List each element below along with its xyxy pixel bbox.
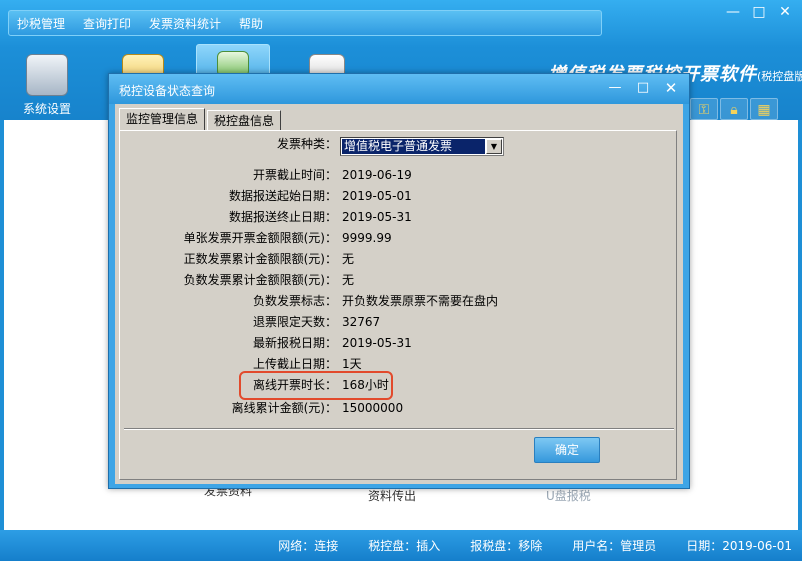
- field-value: 9999.99: [342, 231, 392, 245]
- status-report-disk: 报税盘：移除: [470, 539, 543, 553]
- minimize-button[interactable]: —: [720, 2, 746, 22]
- chevron-down-icon[interactable]: ▼: [486, 139, 502, 154]
- field-label: 数据报送起始日期：: [228, 189, 337, 203]
- field-label: 正数发票累计金额限额(元)：: [183, 252, 337, 266]
- status-tax-disk: 税控盘：插入: [368, 539, 441, 553]
- field-row-invoice-type: 发票种类： 增值税电子普通发票 ▼: [120, 134, 678, 156]
- invoice-type-select[interactable]: 增值税电子普通发票 ▼: [340, 137, 504, 156]
- dialog-tabs: 监控管理信息 税控盘信息: [119, 108, 283, 131]
- field-value: 32767: [342, 315, 381, 329]
- calculator-icon[interactable]: ▦: [750, 98, 778, 120]
- field-value: 无: [342, 252, 355, 266]
- app-edition: (税控盘版): [757, 70, 802, 83]
- field-value: 2019-05-01: [342, 189, 412, 203]
- field-label: 退票限定天数：: [252, 315, 337, 329]
- field-label: 开票截止时间：: [252, 168, 337, 182]
- highlight-annotation: [239, 371, 393, 400]
- tax-device-status-dialog: 税控设备状态查询 — □ ✕ 监控管理信息 税控盘信息 发票种类： 增值税电子普…: [108, 73, 690, 489]
- maximize-button[interactable]: □: [746, 2, 772, 22]
- field-row: 退票限定天数： 32767: [120, 312, 678, 332]
- status-network: 网络：连接: [278, 539, 339, 553]
- menu-tax-copy[interactable]: 抄税管理: [17, 15, 65, 32]
- field-row: 离线累计金额(元)： 15000000: [120, 398, 678, 418]
- field-value: 开负数发票原票不需要在盘内: [342, 294, 499, 308]
- field-label: 离线累计金额(元)：: [231, 401, 337, 415]
- toolbar-label: 系统设置: [22, 102, 71, 116]
- field-row-offline-duration: 离线开票时长： 168小时: [120, 375, 678, 395]
- field-row: 最新报税日期： 2019-05-31: [120, 333, 678, 353]
- settings-panel-icon: [26, 54, 68, 96]
- dialog-maximize-button[interactable]: □: [629, 77, 657, 99]
- field-label: 负数发票标志：: [252, 294, 337, 308]
- side-toolbar: ⚿ 🔒︎ ▦: [690, 98, 780, 120]
- field-label: 最新报税日期：: [252, 336, 337, 350]
- dialog-body: 监控管理信息 税控盘信息 发票种类： 增值税电子普通发票 ▼ 开票截止时间： 20…: [115, 104, 683, 484]
- ok-button[interactable]: 确定: [534, 437, 600, 463]
- menu-bar: 抄税管理 查询打印 发票资料统计 帮助: [8, 10, 602, 36]
- field-label: 负数发票累计金额限额(元)：: [183, 273, 337, 287]
- lock-icon[interactable]: 🔒︎: [720, 98, 748, 120]
- field-row: 开票截止时间： 2019-06-19: [120, 165, 678, 185]
- invoice-type-value: 增值税电子普通发票: [342, 139, 485, 154]
- bg-u-disk[interactable]: U盘报税: [546, 487, 591, 504]
- field-value: 15000000: [342, 401, 404, 415]
- field-row: 负数发票累计金额限额(元)： 无: [120, 270, 678, 290]
- dialog-titlebar[interactable]: 税控设备状态查询 — □ ✕: [109, 74, 689, 104]
- menu-query-print[interactable]: 查询打印: [83, 15, 131, 32]
- field-value: 2019-05-31: [342, 210, 412, 224]
- field-row: 负数发票标志： 开负数发票原票不需要在盘内: [120, 291, 678, 311]
- dialog-minimize-button[interactable]: —: [601, 77, 629, 99]
- status-date: 日期：2019-06-01: [686, 539, 792, 553]
- status-bar: 网络：连接 税控盘：插入 报税盘：移除 用户名：管理员 日期：2019-06-0…: [0, 530, 802, 561]
- field-row: 正数发票累计金额限额(元)： 无: [120, 249, 678, 269]
- field-row: 数据报送终止日期： 2019-05-31: [120, 207, 678, 227]
- field-value: 无: [342, 273, 355, 287]
- field-value: 2019-06-19: [342, 168, 412, 182]
- dialog-close-button[interactable]: ✕: [657, 77, 685, 99]
- dialog-window-controls: — □ ✕: [601, 77, 685, 99]
- status-user: 用户名：管理员: [572, 539, 657, 553]
- key-icon[interactable]: ⚿: [690, 98, 718, 120]
- menu-invoice-stats[interactable]: 发票资料统计: [149, 15, 221, 32]
- tab-monitor-info[interactable]: 监控管理信息: [119, 108, 206, 131]
- app-window-controls: — □ ✕: [720, 2, 798, 22]
- toolbar-system-settings[interactable]: 系统设置: [16, 46, 78, 118]
- field-label: 单张发票开票金额限额(元)：: [183, 231, 337, 245]
- bg-data-upload[interactable]: 资料传出: [368, 487, 416, 504]
- field-value: 2019-05-31: [342, 336, 412, 350]
- close-button[interactable]: ✕: [772, 2, 798, 22]
- field-label: 数据报送终止日期：: [228, 210, 337, 224]
- field-label: 发票种类：: [276, 137, 337, 151]
- menu-help[interactable]: 帮助: [239, 15, 263, 32]
- field-row: 上传截止日期： 1天: [120, 354, 678, 374]
- dialog-title: 税控设备状态查询: [119, 84, 216, 98]
- field-row: 数据报送起始日期： 2019-05-01: [120, 186, 678, 206]
- field-row: 单张发票开票金额限额(元)： 9999.99: [120, 228, 678, 248]
- monitor-info-panel: 发票种类： 增值税电子普通发票 ▼ 开票截止时间： 2019-06-19 数据报送…: [119, 130, 677, 480]
- tab-tax-disk-info[interactable]: 税控盘信息: [207, 110, 282, 131]
- divider: [124, 428, 674, 430]
- toolbar-refresh[interactable]: [196, 44, 270, 77]
